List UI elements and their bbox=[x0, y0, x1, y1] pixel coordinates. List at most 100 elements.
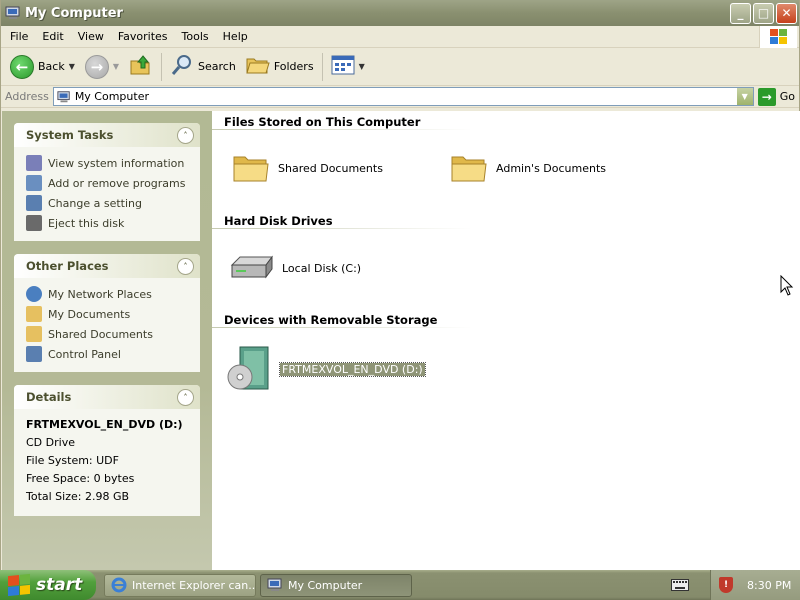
place-label: Shared Documents bbox=[48, 327, 153, 341]
group-hdd-title: Hard Disk Drives bbox=[224, 214, 333, 228]
group-divider bbox=[212, 129, 472, 130]
go-button[interactable]: → Go bbox=[757, 87, 795, 106]
chevron-down-icon[interactable]: ▼ bbox=[69, 62, 75, 71]
place-my-documents[interactable]: My Documents bbox=[26, 304, 192, 324]
item-label: FRTMEXVOL_EN_DVD (D:) bbox=[279, 361, 426, 377]
menu-favorites[interactable]: Favorites bbox=[111, 28, 175, 45]
views-icon bbox=[331, 55, 355, 78]
back-arrow-icon: ← bbox=[10, 54, 34, 79]
start-button[interactable]: start bbox=[0, 570, 96, 600]
place-shared-documents[interactable]: Shared Documents bbox=[26, 324, 192, 344]
views-button[interactable]: ▼ bbox=[326, 51, 370, 83]
task-add-remove-programs[interactable]: Add or remove programs bbox=[26, 173, 192, 193]
place-label: Control Panel bbox=[48, 347, 121, 361]
task-eject-disk[interactable]: Eject this disk bbox=[26, 213, 192, 233]
item-shared-documents[interactable]: Shared Documents bbox=[232, 151, 383, 185]
place-label: My Network Places bbox=[48, 287, 152, 301]
item-local-disk-c[interactable]: Local Disk (C:) bbox=[228, 251, 361, 285]
details-file-system: File System: UDF bbox=[26, 454, 119, 467]
control-panel-icon bbox=[26, 195, 42, 211]
my-computer-icon bbox=[57, 90, 71, 104]
place-control-panel[interactable]: Control Panel bbox=[26, 344, 192, 364]
system-tasks-title: System Tasks bbox=[26, 128, 114, 142]
eject-icon bbox=[26, 215, 42, 231]
address-value: My Computer bbox=[74, 90, 149, 103]
other-places-header[interactable]: Other Places ˄ bbox=[14, 254, 200, 278]
search-icon bbox=[170, 53, 194, 80]
back-button[interactable]: ← Back ▼ bbox=[5, 51, 80, 83]
forward-button[interactable]: → ▼ bbox=[80, 51, 124, 83]
folders-icon bbox=[246, 54, 270, 79]
security-shield-icon[interactable]: ! bbox=[719, 577, 733, 593]
task-change-setting[interactable]: Change a setting bbox=[26, 193, 192, 213]
toolbar-divider bbox=[161, 52, 163, 81]
collapse-icon[interactable]: ˄ bbox=[177, 126, 194, 144]
up-folder-button[interactable] bbox=[124, 51, 158, 83]
group-divider bbox=[212, 327, 472, 328]
group-removable-title: Devices with Removable Storage bbox=[224, 313, 438, 327]
forward-arrow-icon: → bbox=[84, 54, 109, 79]
item-dvd-drive-d[interactable]: FRTMEXVOL_EN_DVD (D:) bbox=[226, 345, 426, 393]
place-label: My Documents bbox=[48, 307, 131, 321]
taskbar-item-label: Internet Explorer can... bbox=[132, 578, 256, 592]
keyboard-icon[interactable] bbox=[670, 574, 690, 596]
my-computer-icon bbox=[267, 577, 283, 593]
taskbar-item-my-computer[interactable]: My Computer bbox=[260, 573, 412, 597]
taskbar-item-internet-explorer[interactable]: Internet Explorer can... bbox=[104, 573, 256, 597]
address-bar: Address My Computer ▼ → Go bbox=[1, 86, 799, 108]
task-label: Change a setting bbox=[48, 196, 142, 210]
item-admins-documents[interactable]: Admin's Documents bbox=[450, 151, 606, 185]
menu-file[interactable]: File bbox=[3, 28, 35, 45]
close-button[interactable]: ✕ bbox=[776, 2, 797, 24]
control-panel-icon bbox=[26, 346, 42, 362]
group-files-title: Files Stored on This Computer bbox=[224, 115, 421, 129]
my-computer-icon bbox=[5, 5, 21, 21]
details-type: CD Drive bbox=[26, 436, 75, 449]
go-label: Go bbox=[779, 90, 795, 103]
search-button[interactable]: Search bbox=[165, 51, 241, 83]
windows-flag-icon bbox=[8, 573, 30, 597]
hard-disk-icon bbox=[230, 255, 273, 279]
task-view-system-info[interactable]: View system information bbox=[26, 153, 192, 173]
folders-button[interactable]: Folders bbox=[241, 51, 319, 83]
details-title: Details bbox=[26, 390, 72, 404]
title-bar[interactable]: My Computer _ □ ✕ bbox=[1, 0, 799, 26]
item-label: Shared Documents bbox=[278, 161, 383, 175]
clock[interactable]: 8:30 PM bbox=[747, 579, 791, 592]
chevron-down-icon[interactable]: ▼ bbox=[359, 62, 365, 71]
chevron-down-icon[interactable]: ▼ bbox=[735, 88, 753, 105]
taskbar-item-label: My Computer bbox=[288, 578, 363, 592]
standard-toolbar: ← Back ▼ → ▼ Search Folders ▼ bbox=[1, 48, 799, 86]
internet-explorer-icon bbox=[111, 577, 127, 593]
system-tray: ! 8:30 PM bbox=[710, 570, 800, 600]
network-icon bbox=[26, 286, 42, 302]
dvd-drive-icon bbox=[227, 346, 269, 390]
task-pane: System Tasks ˄ View system information A… bbox=[2, 111, 212, 570]
menu-view[interactable]: View bbox=[71, 28, 111, 45]
window-title: My Computer bbox=[25, 5, 123, 21]
details-header[interactable]: Details ˄ bbox=[14, 385, 200, 409]
item-label: Local Disk (C:) bbox=[282, 261, 362, 275]
collapse-icon[interactable]: ˄ bbox=[177, 257, 194, 275]
collapse-icon[interactable]: ˄ bbox=[177, 388, 194, 406]
address-label: Address bbox=[5, 90, 49, 103]
address-input[interactable]: My Computer ▼ bbox=[52, 87, 754, 106]
folder-icon bbox=[233, 156, 269, 182]
minimize-button[interactable]: _ bbox=[730, 2, 751, 24]
folder-icon bbox=[26, 326, 42, 342]
content-area: System Tasks ˄ View system information A… bbox=[2, 111, 800, 570]
system-tasks-header[interactable]: System Tasks ˄ bbox=[14, 123, 200, 147]
start-label: start bbox=[36, 575, 83, 595]
maximize-button[interactable]: □ bbox=[753, 2, 774, 24]
other-places-panel: Other Places ˄ My Network Places My Docu… bbox=[14, 254, 200, 372]
menu-edit[interactable]: Edit bbox=[35, 28, 70, 45]
chevron-down-icon[interactable]: ▼ bbox=[113, 62, 119, 71]
folder-icon bbox=[451, 156, 487, 182]
windows-logo-icon bbox=[759, 26, 797, 48]
item-label: Admin's Documents bbox=[496, 161, 607, 175]
menu-tools[interactable]: Tools bbox=[175, 28, 216, 45]
other-places-title: Other Places bbox=[26, 259, 109, 273]
place-my-network-places[interactable]: My Network Places bbox=[26, 284, 192, 304]
menu-help[interactable]: Help bbox=[216, 28, 255, 45]
my-computer-window: My Computer _ □ ✕ File Edit View Favorit… bbox=[0, 0, 800, 570]
